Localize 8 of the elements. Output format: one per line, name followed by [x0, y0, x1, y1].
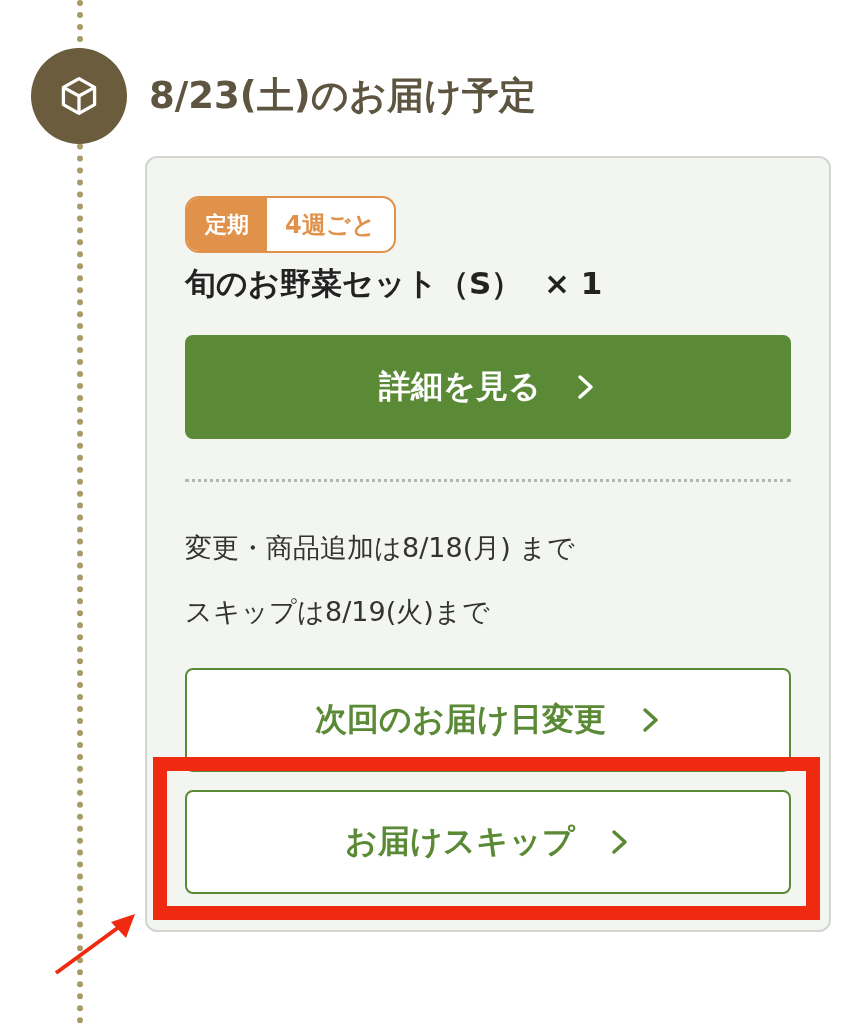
action-button[interactable]: お届けスキップ — [185, 790, 791, 894]
deadline-text: 変更・商品追加は8/18(月) まで — [185, 531, 577, 565]
product-name: 旬のお野菜セット（S） × 1 — [185, 264, 604, 303]
tag-label: 定期 — [187, 198, 267, 251]
tag-value: 4週ごと — [284, 209, 377, 241]
details-button[interactable]: 詳細を見る — [185, 335, 791, 439]
deadline-text: スキップは8/19(火)まで — [185, 595, 491, 629]
delivery-date-heading: 8/23(土)のお届け予定 — [149, 73, 536, 119]
